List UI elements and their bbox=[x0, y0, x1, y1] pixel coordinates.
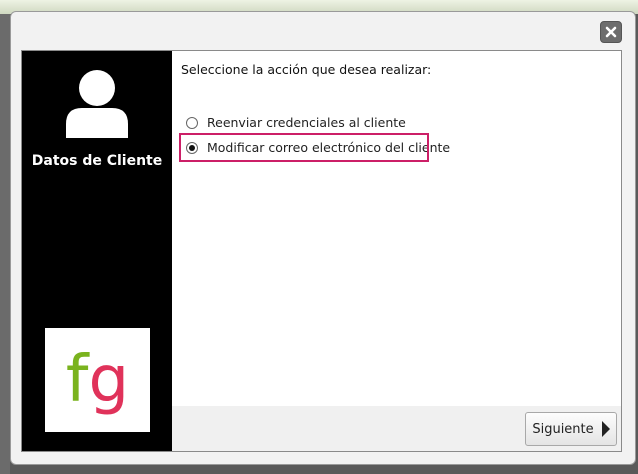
next-button[interactable]: Siguiente bbox=[525, 412, 617, 446]
close-button[interactable] bbox=[600, 21, 622, 43]
option-label: Reenviar credenciales al cliente bbox=[207, 115, 406, 130]
logo-f: f bbox=[65, 343, 89, 417]
close-icon bbox=[605, 26, 617, 38]
option-resend-credentials[interactable]: Reenviar credenciales al cliente bbox=[186, 115, 406, 130]
background-overlay bbox=[0, 14, 10, 474]
caret-right-icon bbox=[601, 421, 610, 437]
action-prompt: Seleccione la acción que desea realizar: bbox=[181, 62, 432, 77]
option-modify-email[interactable]: Modificar correo electrónico del cliente bbox=[186, 140, 450, 155]
next-button-label: Siguiente bbox=[532, 421, 594, 437]
brand-logo: fg bbox=[45, 328, 150, 432]
radio-resend-credentials[interactable] bbox=[186, 116, 198, 129]
sidebar-title: Datos de Cliente bbox=[31, 153, 163, 169]
user-avatar-icon bbox=[66, 70, 128, 138]
radio-modify-email[interactable] bbox=[186, 141, 198, 154]
logo-g: g bbox=[88, 343, 130, 417]
radio-selected-dot bbox=[189, 144, 195, 151]
option-label: Modificar correo electrónico del cliente bbox=[207, 140, 451, 155]
